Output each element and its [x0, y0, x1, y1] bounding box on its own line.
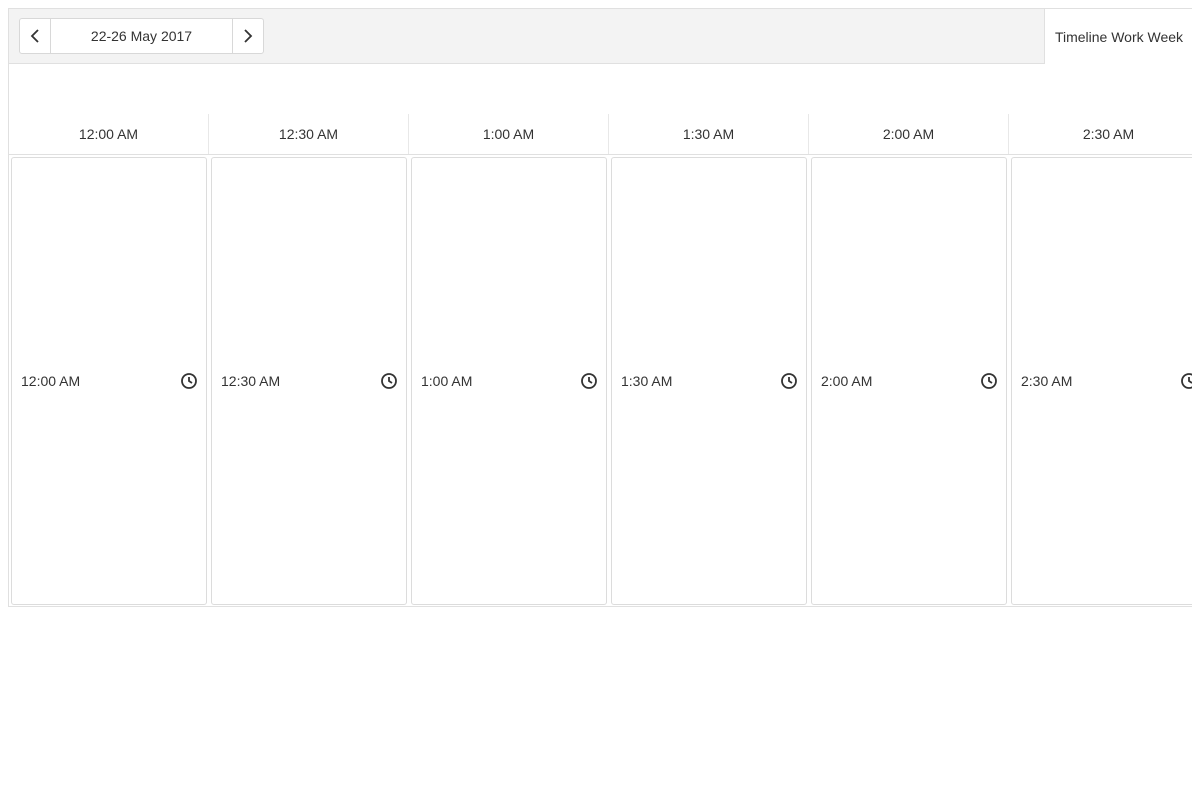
clock-icon: [580, 372, 598, 390]
time-header-cell: 2:00 AM: [809, 114, 1009, 154]
time-slot: 1:00 AM: [409, 155, 609, 606]
slot-time-label: 2:30 AM: [1021, 373, 1073, 389]
time-header-cell: 2:30 AM: [1009, 114, 1192, 154]
clock-icon: [380, 372, 398, 390]
chevron-right-icon: [242, 28, 254, 44]
time-header-cell: 12:00 AM: [9, 114, 209, 154]
time-slot-card[interactable]: 12:00 AM: [11, 157, 207, 605]
time-slot: 1:30 AM: [609, 155, 809, 606]
time-header-cell: 1:30 AM: [609, 114, 809, 154]
time-slot-card[interactable]: 2:30 AM: [1011, 157, 1192, 605]
slot-time-label: 12:00 AM: [21, 373, 81, 389]
time-slot-card[interactable]: 1:30 AM: [611, 157, 807, 605]
date-navigator: 22-26 May 2017: [19, 18, 264, 54]
time-slot: 12:30 AM: [209, 155, 409, 606]
time-slot-card[interactable]: 12:30 AM: [211, 157, 407, 605]
previous-button[interactable]: [20, 19, 50, 53]
time-slot-card[interactable]: 2:00 AM: [811, 157, 1007, 605]
time-slots: 12:00 AM 12:30 AM 1:00 AM 1:30 AM 2:00 A…: [9, 155, 1192, 606]
scheduler-toolbar: 22-26 May 2017 Timeline Work Week: [9, 9, 1192, 64]
scheduler: 22-26 May 2017 Timeline Work Week 12:00 …: [8, 8, 1192, 607]
time-header-cell: 1:00 AM: [409, 114, 609, 154]
time-slot: 2:00 AM: [809, 155, 1009, 606]
clock-icon: [780, 372, 798, 390]
time-header-cell: 12:30 AM: [209, 114, 409, 154]
header-spacer: [9, 64, 1192, 114]
slot-time-label: 1:30 AM: [621, 373, 673, 389]
time-slot-card[interactable]: 1:00 AM: [411, 157, 607, 605]
clock-icon: [1180, 372, 1192, 390]
slot-time-label: 1:00 AM: [421, 373, 473, 389]
tab-timeline-work-week[interactable]: Timeline Work Week: [1044, 9, 1192, 64]
time-slot: 12:00 AM: [9, 155, 209, 606]
clock-icon: [180, 372, 198, 390]
chevron-left-icon: [29, 28, 41, 44]
next-button[interactable]: [233, 19, 263, 53]
time-slot: 2:30 AM: [1009, 155, 1192, 606]
slot-time-label: 2:00 AM: [821, 373, 873, 389]
time-header: 12:00 AM 12:30 AM 1:00 AM 1:30 AM 2:00 A…: [9, 114, 1192, 155]
date-range-button[interactable]: 22-26 May 2017: [50, 19, 233, 53]
clock-icon: [980, 372, 998, 390]
slot-time-label: 12:30 AM: [221, 373, 281, 389]
